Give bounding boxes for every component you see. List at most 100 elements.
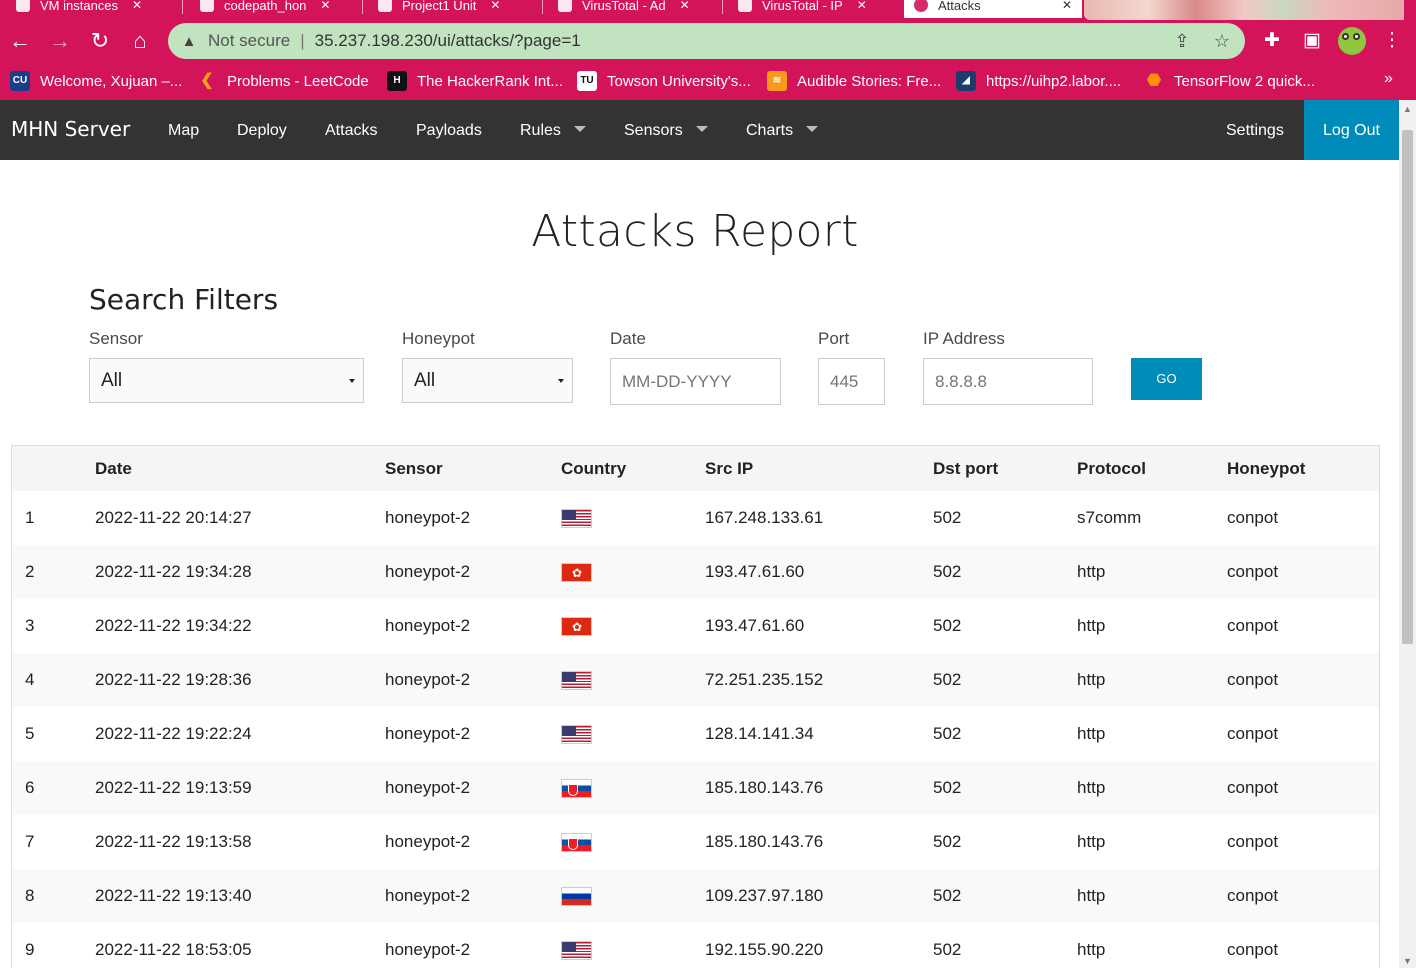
close-icon[interactable]: ✕ (490, 0, 500, 12)
attacks-table: Date Sensor Country Src IP Dst port Prot… (11, 445, 1380, 968)
reload-icon[interactable]: ↻ (86, 28, 114, 54)
row-date: 2022-11-22 19:22:24 (95, 724, 252, 743)
bookmark-item[interactable]: H The HackerRank Int... (387, 71, 563, 91)
browser-tab[interactable]: VM instances ✕ (6, 0, 152, 18)
go-button[interactable]: GO (1131, 358, 1202, 400)
ip-address-input[interactable] (923, 358, 1093, 405)
bookmark-item[interactable]: ❮ Problems - LeetCode (197, 71, 368, 91)
nav-map[interactable]: Map (168, 122, 199, 140)
extensions-puzzle-icon[interactable]: ✚ (1259, 28, 1285, 54)
browser-tab[interactable]: VirusTotal - IP ✕ (728, 0, 877, 18)
row-protocol: s7comm (1077, 508, 1142, 527)
security-label[interactable]: Not secure (208, 31, 290, 51)
menu-kebab-icon[interactable]: ⋮ (1379, 28, 1405, 54)
row-date: 2022-11-22 19:34:22 (95, 616, 252, 635)
port-input[interactable] (818, 358, 885, 405)
bookmark-label: TensorFlow 2 quick... (1174, 72, 1315, 90)
close-icon[interactable]: ✕ (1062, 0, 1072, 12)
row-src-ip: 193.47.61.60 (705, 562, 805, 581)
side-panel-icon[interactable]: ▣ (1299, 28, 1325, 54)
browser-tab[interactable]: Project1 Unit ✕ (368, 0, 510, 18)
column-header-dst-port: Dst port (933, 458, 999, 478)
sensor-select[interactable]: All (89, 358, 364, 403)
row-country (561, 545, 592, 599)
close-icon[interactable]: ✕ (857, 0, 867, 12)
browser-tab[interactable]: codepath_hon ✕ (190, 0, 340, 18)
row-index: 5 (25, 724, 35, 743)
us-flag-icon (561, 670, 592, 690)
forward-arrow-icon[interactable]: → (46, 28, 74, 54)
bookmark-item[interactable]: TU Towson University's... (577, 71, 751, 91)
home-icon[interactable]: ⌂ (126, 28, 154, 54)
nav-charts[interactable]: Charts (746, 122, 819, 140)
url-text[interactable]: 35.237.198.230/ui/attacks/?page=1 (315, 31, 581, 51)
scroll-up-arrow-icon[interactable]: ▲ (1403, 104, 1412, 114)
nav-sensors[interactable]: Sensors (624, 122, 708, 140)
ip-address-label: IP Address (923, 329, 1005, 348)
browser-tab[interactable]: VirusTotal - Ad ✕ (548, 0, 700, 18)
nav-rules[interactable]: Rules (520, 122, 586, 140)
column-header-sensor: Sensor (385, 458, 443, 478)
nav-settings[interactable]: Settings (1226, 122, 1284, 140)
tab-title: codepath_hon (224, 0, 307, 13)
caret-down-icon (806, 126, 819, 132)
row-protocol: http (1077, 562, 1106, 581)
row-date: 2022-11-22 18:53:05 (95, 940, 252, 959)
scrollbar-thumb[interactable] (1402, 130, 1413, 644)
row-src-ip: 167.248.133.61 (705, 508, 824, 527)
bookmark-item[interactable]: ⬣ TensorFlow 2 quick... (1144, 71, 1315, 91)
date-input[interactable] (610, 358, 781, 405)
tensorflow-icon: ⬣ (1147, 72, 1161, 89)
logout-button[interactable]: Log Out (1304, 100, 1399, 160)
nav-attacks[interactable]: Attacks (325, 122, 377, 140)
back-arrow-icon[interactable]: ← (6, 28, 34, 54)
bookmark-label: https://uihp2.labor.... (986, 72, 1122, 90)
bookmark-label: Towson University's... (607, 72, 751, 90)
row-index: 7 (25, 832, 35, 851)
row-sensor: honeypot-2 (385, 616, 471, 635)
row-index: 8 (25, 886, 35, 905)
app-navbar: MHN Server Map Deploy Attacks Payloads R… (0, 100, 1399, 160)
warning-triangle-icon[interactable]: ▲ (178, 33, 200, 50)
bookmark-item[interactable]: ≋ Audible Stories: Fre... (767, 71, 941, 91)
select-caret-icon (558, 379, 564, 383)
close-icon[interactable]: ✕ (680, 0, 690, 12)
nav-label: Sensors (624, 122, 683, 139)
address-bar[interactable]: ▲ Not secure | 35.237.198.230/ui/attacks… (168, 23, 1245, 59)
row-dst-port: 502 (933, 940, 962, 959)
honeypot-select[interactable]: All (402, 358, 573, 403)
github-icon (200, 0, 214, 12)
page-scrollbar[interactable]: ▲ ▼ (1399, 100, 1416, 968)
share-icon[interactable]: ⇪ (1170, 29, 1194, 53)
close-icon[interactable]: ✕ (320, 0, 330, 12)
row-dst-port: 502 (933, 724, 962, 743)
bookmark-item[interactable]: ◢ https://uihp2.labor.... (956, 71, 1121, 91)
row-date: 2022-11-22 19:34:28 (95, 562, 252, 581)
ru-flag-icon (561, 886, 592, 906)
row-date: 2022-11-22 19:13:40 (95, 886, 252, 905)
scroll-down-arrow-icon[interactable]: ▼ (1403, 956, 1412, 966)
browser-tab-strip: VM instances ✕ codepath_hon ✕ Project1 U… (0, 0, 1416, 20)
bookmark-star-icon[interactable]: ☆ (1210, 29, 1234, 53)
page-title: Attacks Report (531, 206, 859, 257)
row-protocol: http (1077, 940, 1106, 959)
row-date: 2022-11-22 19:28:36 (95, 670, 252, 689)
close-icon[interactable]: ✕ (132, 0, 142, 12)
row-country (561, 599, 592, 653)
nav-payloads[interactable]: Payloads (416, 122, 482, 140)
bookmark-item[interactable]: CU Welcome, Xujuan –... (10, 71, 182, 91)
us-flag-icon (561, 940, 592, 960)
tab-title: VirusTotal - IP (762, 0, 843, 13)
tab-title: VirusTotal - Ad (582, 0, 666, 13)
more-bookmarks-chevron-icon[interactable]: » (1384, 70, 1393, 88)
profile-avatar[interactable] (1338, 27, 1366, 55)
browser-tab-active[interactable]: Attacks ✕ (904, 0, 1082, 18)
nav-deploy[interactable]: Deploy (237, 122, 287, 140)
row-protocol: http (1077, 832, 1106, 851)
row-honeypot: conpot (1227, 508, 1279, 527)
tab-title: Attacks (938, 0, 981, 13)
row-index: 3 (25, 616, 35, 635)
brand-logo-text[interactable]: MHN Server (11, 117, 130, 141)
row-index: 4 (25, 670, 35, 689)
column-header-src-ip: Src IP (705, 458, 754, 478)
